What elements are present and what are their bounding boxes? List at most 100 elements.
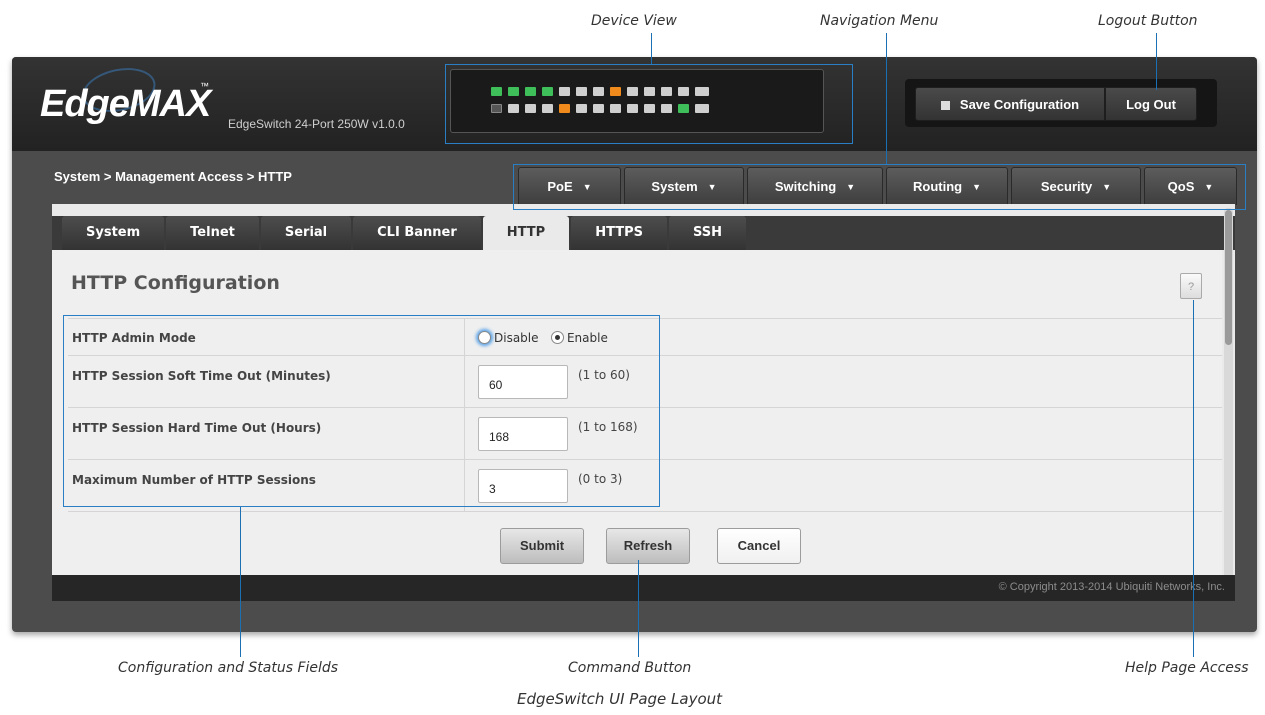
chevron-down-icon: ▼ (1204, 182, 1214, 192)
switch-port-gray[interactable] (627, 104, 638, 113)
tab-telnet[interactable]: Telnet (166, 216, 259, 250)
switch-port-gray[interactable] (661, 104, 672, 113)
command-button-bar: Submit Refresh Cancel (68, 528, 1222, 568)
switch-port-gray[interactable] (525, 104, 536, 113)
leader-config-fields (240, 507, 241, 657)
trademark-mark: ™ (200, 81, 209, 91)
figure-caption: EdgeSwitch UI Page Layout (517, 690, 723, 708)
nav-label: PoE (547, 179, 573, 194)
switch-port-green[interactable] (678, 104, 689, 113)
switch-port-gray[interactable] (559, 87, 570, 96)
switch-port-gray[interactable] (644, 104, 655, 113)
subtabs: System Telnet Serial CLI Banner HTTP HTT… (62, 216, 748, 250)
switch-port-gray[interactable] (576, 87, 587, 96)
port-row-bottom (491, 104, 715, 113)
cancel-button[interactable]: Cancel (717, 528, 801, 564)
switch-port-gray[interactable] (542, 104, 553, 113)
nav-routing[interactable]: Routing ▼ (886, 167, 1008, 205)
chevron-down-icon: ▼ (582, 182, 592, 192)
switch-port-gray[interactable] (695, 104, 709, 113)
logout-button[interactable]: Log Out (1105, 87, 1197, 121)
row-hard-timeout: HTTP Session Hard Time Out (Hours) 168 (… (68, 407, 1222, 459)
breadcrumb: System > Management Access > HTTP (54, 169, 292, 184)
nav-system[interactable]: System ▼ (624, 167, 744, 205)
hard-timeout-range: (1 to 168) (578, 420, 638, 434)
vertical-scrollbar[interactable] (1224, 208, 1233, 590)
config-content: HTTP Configuration ? HTTP Admin Mode Dis… (52, 250, 1222, 591)
callout-help-page: Help Page Access (1125, 660, 1249, 676)
callout-command-button: Command Button (568, 660, 692, 676)
top-action-bar: Save Configuration Log Out (905, 79, 1217, 127)
tab-http[interactable]: HTTP (482, 216, 570, 250)
nav-qos[interactable]: QoS ▼ (1144, 167, 1237, 205)
scrollbar-thumb[interactable] (1225, 210, 1232, 345)
tab-serial[interactable]: Serial (260, 216, 352, 250)
disable-label: Disable (494, 331, 539, 345)
nav-security[interactable]: Security ▼ (1011, 167, 1141, 205)
switch-port-green[interactable] (508, 87, 519, 96)
callout-device-view: Device View (591, 13, 677, 29)
column-divider (464, 319, 465, 355)
switch-port-gray[interactable] (678, 87, 689, 96)
enable-label: Enable (566, 331, 608, 345)
leader-logout-button (1156, 33, 1157, 90)
switch-port-green[interactable] (491, 87, 502, 96)
navigation-menu: PoE ▼ System ▼ Switching ▼ Routing ▼ Securit… (518, 167, 1240, 205)
disable-radio[interactable] (478, 331, 491, 344)
tab-ssh[interactable]: SSH (669, 216, 747, 250)
port-row-top (491, 87, 715, 96)
callout-logout-button: Logout Button (1098, 13, 1198, 29)
row-soft-timeout: HTTP Session Soft Time Out (Minutes) 60 … (68, 355, 1222, 407)
switch-port-gray[interactable] (695, 87, 709, 96)
chevron-down-icon: ▼ (972, 182, 981, 192)
switch-port-gray[interactable] (576, 104, 587, 113)
http-config-form: HTTP Admin Mode Disable Enable HTTP Sess… (68, 318, 1222, 512)
callout-config-fields: Configuration and Status Fields (118, 660, 339, 676)
nav-switching[interactable]: Switching ▼ (747, 167, 883, 205)
soft-timeout-label: HTTP Session Soft Time Out (Minutes) (72, 369, 331, 383)
column-divider (464, 356, 465, 407)
page-title: HTTP Configuration (71, 272, 280, 294)
tab-system[interactable]: System (62, 216, 165, 250)
nav-poe[interactable]: PoE ▼ (518, 167, 621, 205)
switch-port-gray[interactable] (593, 104, 604, 113)
tab-cli-banner[interactable]: CLI Banner (353, 216, 481, 250)
hard-timeout-input[interactable]: 168 (478, 417, 568, 451)
switch-port-green[interactable] (525, 87, 536, 96)
leader-navigation-menu (886, 33, 887, 164)
leader-command-button (638, 560, 639, 657)
save-configuration-button[interactable]: Save Configuration (915, 87, 1105, 121)
switch-port-gray[interactable] (627, 87, 638, 96)
device-view-panel[interactable] (450, 69, 824, 133)
nav-label: Security (1040, 179, 1093, 194)
max-sessions-label: Maximum Number of HTTP Sessions (72, 473, 316, 487)
switch-port-gray[interactable] (661, 87, 672, 96)
switch-port-slash[interactable] (491, 104, 502, 113)
nav-label: Switching (774, 179, 837, 194)
help-button[interactable]: ? (1180, 273, 1202, 299)
switch-port-gray[interactable] (508, 104, 519, 113)
nav-label: System (651, 179, 698, 194)
refresh-button[interactable]: Refresh (606, 528, 690, 564)
row-max-sessions: Maximum Number of HTTP Sessions 3 (0 to … (68, 459, 1222, 512)
tab-https[interactable]: HTTPS (571, 216, 668, 250)
switch-port-gray[interactable] (644, 87, 655, 96)
nav-label: Routing (912, 179, 963, 194)
leader-device-view (651, 33, 652, 64)
column-divider (464, 460, 465, 511)
leader-help-page (1193, 300, 1194, 657)
hard-timeout-label: HTTP Session Hard Time Out (Hours) (72, 421, 322, 435)
footer-bar: © Copyright 2013-2014 Ubiquiti Networks,… (52, 575, 1235, 601)
submit-button[interactable]: Submit (500, 528, 584, 564)
max-sessions-input[interactable]: 3 (478, 469, 568, 503)
switch-port-green[interactable] (542, 87, 553, 96)
copyright-text: © Copyright 2013-2014 Ubiquiti Networks,… (998, 581, 1225, 593)
admin-mode-label: HTTP Admin Mode (72, 331, 196, 345)
switch-port-gray[interactable] (610, 104, 621, 113)
switch-port-orange[interactable] (610, 87, 621, 96)
soft-timeout-input[interactable]: 60 (478, 365, 568, 399)
switch-port-gray[interactable] (593, 87, 604, 96)
enable-radio[interactable] (550, 331, 564, 344)
switch-port-orange[interactable] (559, 104, 570, 113)
callout-navigation-menu: Navigation Menu (820, 13, 939, 29)
